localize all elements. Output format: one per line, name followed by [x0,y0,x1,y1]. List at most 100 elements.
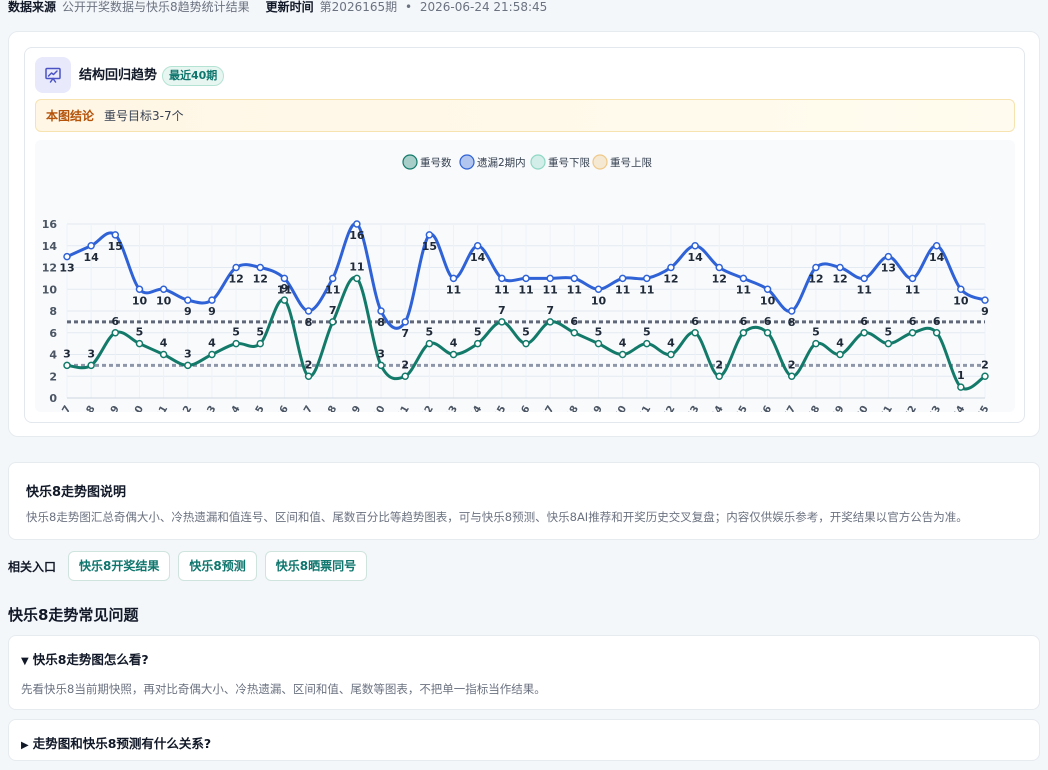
data-label-repeat: 9 [281,282,289,295]
legend-swatch [592,154,608,170]
data-point-omission [981,296,989,304]
data-label-repeat: 6 [111,315,119,328]
data-label-omission: 11 [736,283,751,296]
data-point-omission [836,263,844,272]
data-label-omission: 11 [857,283,872,296]
data-label-omission: 7 [401,327,409,340]
data-label-repeat: 1 [957,369,965,382]
link-results[interactable]: 快乐8开奖结果 [68,551,171,581]
data-point-omission [256,263,265,272]
data-point-repeat [256,339,265,348]
y-tick-label: 14 [42,240,58,253]
faq-item-how-to-read[interactable]: ▼ 快乐8走势图怎么看? 先看快乐8当前期快照，再对比奇偶大小、冷热遗漏、区间和值… [8,635,1040,710]
trend-chart-icon [35,57,71,93]
faq-item-relation[interactable]: ▶ 走势图和快乐8预测有什么关系? [8,719,1040,761]
data-label-repeat: 11 [349,260,364,273]
data-meta: 数据来源 公开开奖数据与快乐8趋势统计结果 更新时间 第2026165期 • 2026… [8,0,547,14]
data-point-omission [643,274,651,283]
data-label-omission: 14 [470,251,486,264]
chart-title: 结构回归趋势 [79,68,158,83]
data-point-repeat [377,361,385,370]
data-point-omission [908,274,917,283]
period-badge: 最近40期 [162,66,225,86]
data-label-omission: 11 [639,283,654,296]
data-point-omission [522,274,530,283]
data-point-omission [184,296,192,304]
data-point-repeat [884,339,893,348]
data-point-omission [498,274,506,283]
data-point-repeat [715,372,724,380]
legend-label: 遗漏2期内 [477,156,526,169]
link-shared-tickets[interactable]: 快乐8晒票同号 [264,551,368,581]
x-tick-label: 2026127 [40,404,74,412]
conclusion-label: 本图结论 [46,109,95,123]
data-point-omission [401,318,409,326]
updated-label: 更新时间 [265,0,314,14]
data-point-omission [232,263,240,272]
data-label-omission: 9 [184,305,192,318]
data-point-repeat [135,339,144,348]
data-point-omission [159,285,168,293]
caret-down-icon: ▼ [21,656,29,667]
description-text: 快乐8走势图汇总奇偶大小、冷热遗漏和值连号、区间和值、尾数百分比等趋势图表，可与… [26,510,968,524]
data-point-repeat [812,339,820,348]
faq-answer: 先看快乐8当前期快照，再对比奇偶大小、冷热遗漏、区间和值、尾数等图表，不把单一指… [21,682,546,696]
trend-card: 结构回归趋势 最近40期 本图结论 重号目标3-7个 0 2 4 6 8 10 12 14 16… [8,31,1040,437]
chart-panel: 结构回归趋势 最近40期 本图结论 重号目标3-7个 0 2 4 6 8 10 12 14 16… [24,47,1025,423]
data-label-omission: 10 [156,294,172,307]
data-label-omission: 14 [929,251,945,264]
source-value: 公开开奖数据与快乐8趋势统计结果 [62,0,250,14]
faq-question[interactable]: ▼ 快乐8走势图怎么看? [21,649,149,668]
data-label-repeat: 6 [860,315,868,328]
data-point-repeat [691,329,699,337]
data-point-repeat [353,274,361,283]
data-point-repeat [836,350,844,359]
data-point-omission [377,307,385,315]
data-label-omission: 15 [108,240,123,253]
data-point-repeat [787,372,796,380]
data-point-repeat [908,329,917,337]
data-label-omission: 12 [253,273,268,286]
data-point-repeat [87,361,95,370]
data-label-omission: 11 [543,283,558,296]
data-point-omission [111,231,120,239]
data-label-omission: 13 [881,262,896,275]
link-prediction[interactable]: 快乐8预测 [178,551,257,581]
data-label-omission: 11 [325,283,340,296]
data-label-repeat: 5 [256,326,264,339]
data-point-omission [715,263,724,272]
data-point-omission [135,285,144,293]
data-label-repeat: 5 [426,326,434,339]
data-point-omission [570,274,579,283]
description-card: 快乐8走势图说明 快乐8走势图汇总奇偶大小、冷热遗漏和值连号、区间和值、尾数百分… [8,462,1040,540]
data-point-repeat [932,329,941,337]
legend-label: 重号数 [420,156,452,169]
description-title: 快乐8走势图说明 [26,485,127,500]
data-label-repeat: 3 [184,347,192,360]
data-label-repeat: 4 [836,337,844,350]
data-label-omission: 11 [446,283,461,296]
data-label-repeat: 3 [377,347,385,360]
conclusion-text: 重号目标3-7个 [104,109,184,123]
data-label-repeat: 2 [788,358,796,371]
data-label-repeat: 7 [546,304,554,317]
source-label: 数据来源 [8,0,57,14]
data-point-repeat [594,339,603,348]
data-label-omission: 10 [953,294,969,307]
data-label-omission: 11 [905,283,920,296]
data-point-repeat [111,329,120,337]
y-tick-label: 6 [49,327,57,340]
data-point-omission [763,285,772,293]
data-point-repeat [473,339,482,348]
data-label-repeat: 2 [981,358,989,371]
data-point-omission [860,274,868,283]
faq-question[interactable]: ▶ 走势图和快乐8预测有什么关系? [21,733,211,752]
data-point-omission [957,285,965,293]
faq-question-text: 快乐8走势图怎么看? [32,652,149,667]
data-label-repeat: 5 [595,326,603,339]
data-label-repeat: 3 [63,347,71,360]
caret-right-icon: ▶ [21,740,29,751]
data-label-repeat: 5 [522,326,530,339]
data-label-repeat: 6 [764,315,772,328]
data-point-repeat [449,350,458,359]
